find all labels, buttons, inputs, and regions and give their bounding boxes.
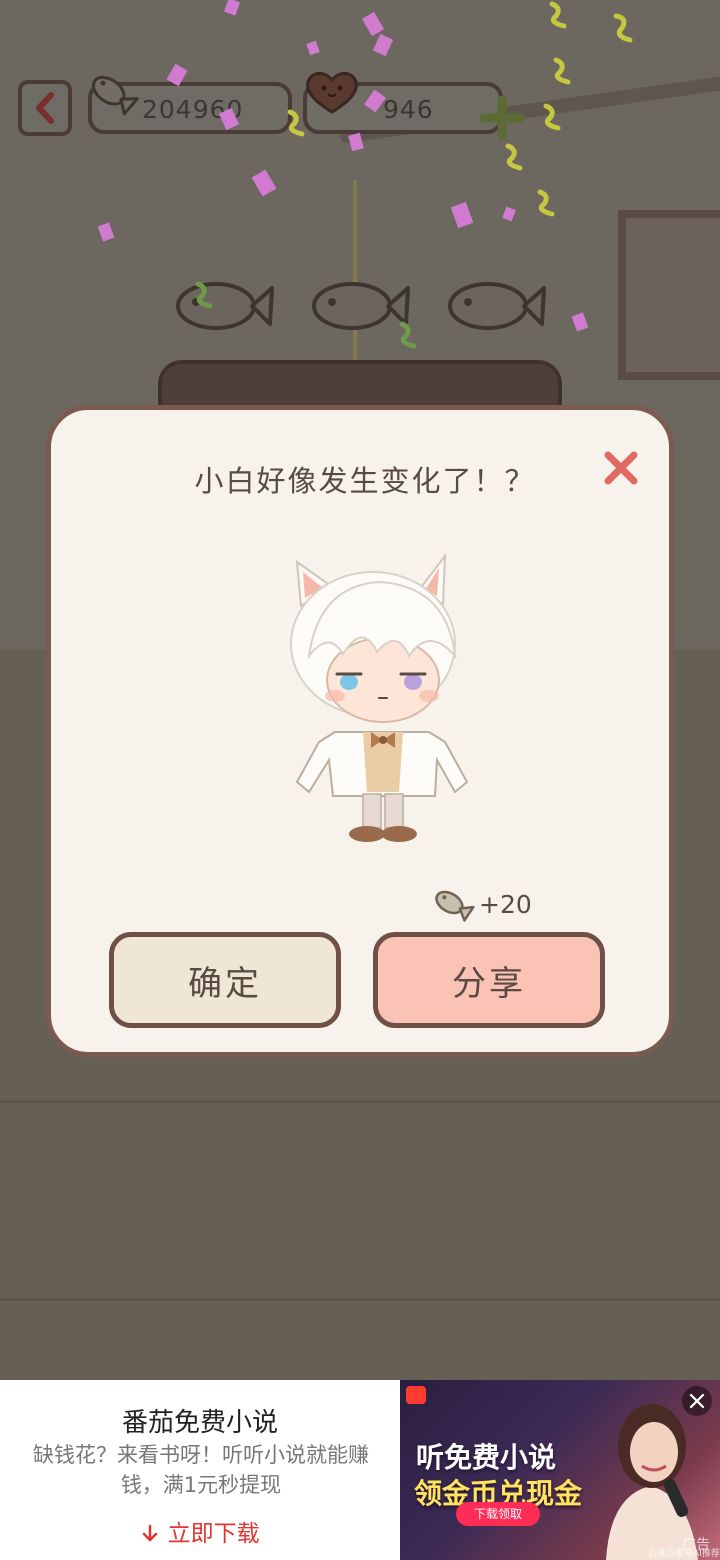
floor-divider: [0, 1298, 720, 1301]
ad-text-panel[interactable]: 番茄免费小说 缺钱花？来看书呀！听听小说就能赚钱，满1元秒提现 立即下载: [0, 1380, 400, 1560]
ad-app-name: 番茄免费小说: [121, 1408, 278, 1438]
ad-headline-1: 听免费小说: [416, 1441, 557, 1474]
fish-icon: [435, 890, 475, 922]
floor-divider: [0, 1100, 720, 1103]
ad-download-label: 立即下载: [167, 1521, 260, 1547]
ad-description: 缺钱花？来看书呀！听听小说就能赚钱，满1元秒提现: [33, 1443, 369, 1497]
confetti-effect: [97, 0, 633, 349]
share-button[interactable]: 分享: [373, 932, 605, 1028]
close-icon: [689, 1393, 705, 1409]
ad-close-button[interactable]: [682, 1386, 712, 1416]
character-illustration: [290, 552, 469, 842]
close-icon: [604, 451, 638, 485]
ad-app-logo: [406, 1386, 426, 1404]
reward-amount: +20: [479, 889, 532, 919]
share-reward: +20: [429, 884, 532, 924]
download-icon: [143, 1524, 158, 1542]
dialog-title: 小白好像发生变化了！？: [194, 464, 536, 498]
ad-download-link[interactable]: 立即下载: [0, 1514, 400, 1548]
ad-image-panel[interactable]: 听免费小说 领金币兑现金 下载领取 广告 百度百家号AI推荐: [400, 1380, 720, 1560]
ad-banner[interactable]: 番茄免费小说 缺钱花？来看书呀！听听小说就能赚钱，满1元秒提现 立即下载 听免费…: [0, 1380, 720, 1560]
close-button[interactable]: [597, 444, 645, 492]
confirm-button[interactable]: 确定: [109, 932, 341, 1028]
transformation-dialog: 小白好像发生变化了！？ +20 确定 分享: [46, 405, 674, 1057]
ad-cta-button[interactable]: 下载领取: [456, 1502, 540, 1526]
ad-source-watermark: 百度百家号AI推荐: [648, 1549, 720, 1559]
